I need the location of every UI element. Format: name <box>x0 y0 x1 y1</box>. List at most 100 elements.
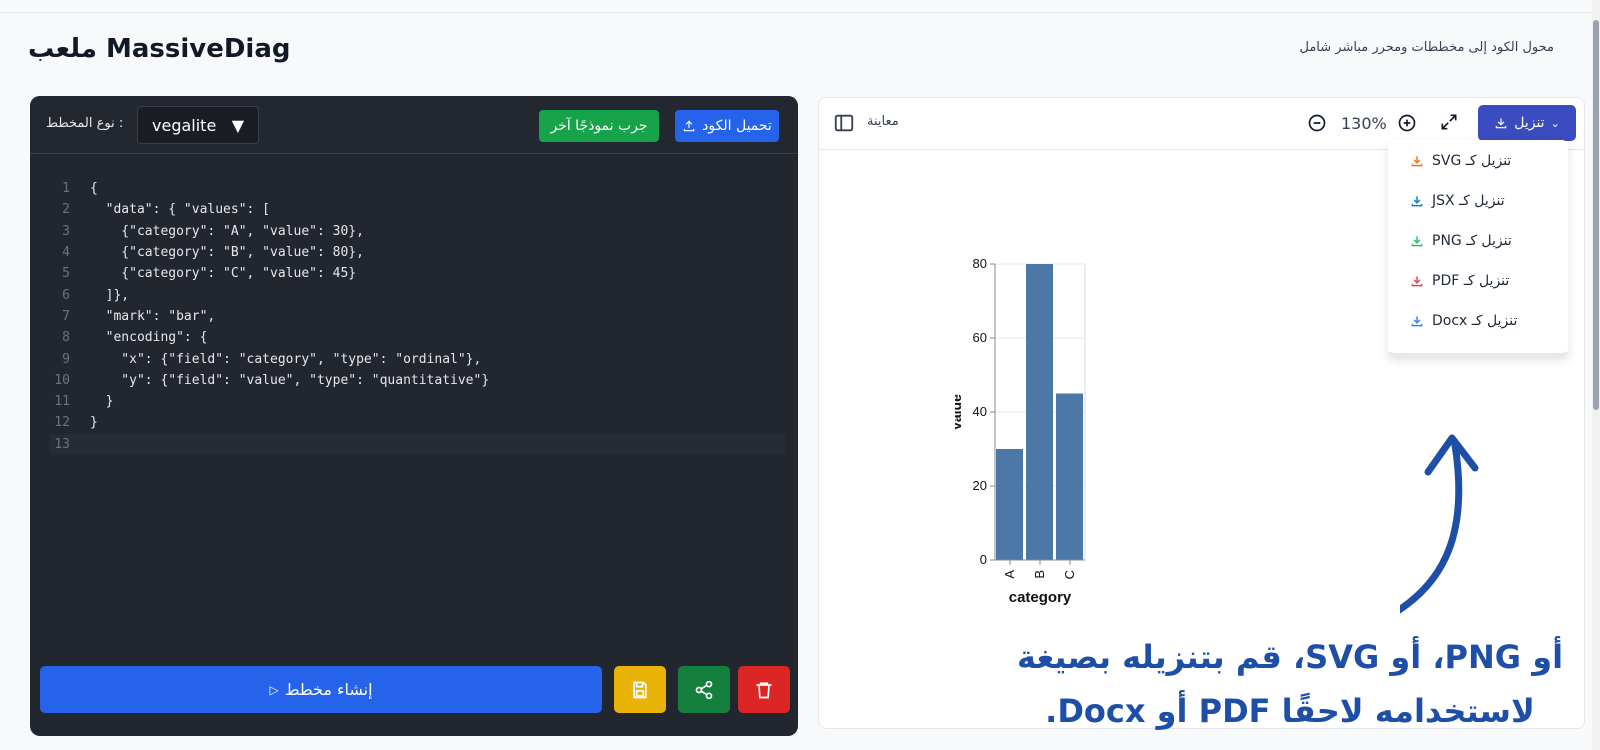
try-sample-button[interactable]: جرب نموذجًا آخر <box>539 110 659 142</box>
upload-label: تحميل الكود <box>702 118 772 134</box>
y-tick-label: 0 <box>980 552 987 567</box>
code-text: { <box>90 181 98 197</box>
scrollbar-thumb[interactable] <box>1593 20 1599 410</box>
download-icon <box>1411 236 1423 247</box>
upload-icon <box>683 120 695 132</box>
download-icon <box>1495 118 1507 129</box>
preview-label: معاينة <box>867 114 899 129</box>
y-tick-label: 80 <box>973 256 987 271</box>
save-button[interactable] <box>614 666 666 713</box>
download-button[interactable]: ⌄ تنزيل <box>1478 105 1576 141</box>
y-tick-label: 60 <box>973 330 987 345</box>
bar-chart: 0 20 40 60 80 A B Ccategory value <box>955 256 1086 606</box>
download-menu-item[interactable]: تنزيل كـ SVG <box>1410 150 1511 172</box>
download-icon <box>1411 276 1423 287</box>
annotation-line-2: لاستخدامه لاحقًا PDF أو Docx. <box>1045 692 1535 730</box>
bar <box>1026 264 1053 560</box>
diagram-type-select[interactable]: vegalite ▼ <box>137 106 259 144</box>
code-line[interactable]: 6 ]}, <box>50 284 786 305</box>
code-text: } <box>90 394 114 410</box>
create-diagram-button[interactable]: إنشاء مخطط ▷ <box>40 666 602 713</box>
editor-toolbar: تحميل الكود جرب نموذجًا آخر vegalite ▼ :… <box>30 96 798 154</box>
download-icon <box>1411 156 1423 167</box>
code-text: "y": {"field": "value", "type": "quantit… <box>90 372 490 388</box>
download-menu-label: تنزيل كـ PDF <box>1432 273 1510 289</box>
line-number: 10 <box>54 372 70 388</box>
download-menu-label: تنزيل كـ PNG <box>1432 233 1512 249</box>
download-menu-item[interactable]: تنزيل كـ JSX <box>1410 190 1505 212</box>
line-number: 7 <box>62 308 70 324</box>
download-menu-item[interactable]: تنزيل كـ PDF <box>1410 270 1509 292</box>
y-tick-label: 20 <box>973 478 987 493</box>
download-menu-label: تنزيل كـ SVG <box>1432 153 1512 169</box>
code-text: {"category": "A", "value": 30}, <box>90 223 364 239</box>
download-menu-label: تنزيل كـ JSX <box>1432 193 1505 209</box>
download-menu: تنزيل كـ SVG تنزيل كـ JSX تنزيل كـ PNG تنزي… <box>1388 140 1568 356</box>
line-number: 2 <box>62 202 70 218</box>
code-line[interactable]: 5 {"category": "C", "value": 45} <box>50 263 786 284</box>
sample-label: جرب نموذجًا آخر <box>550 118 648 134</box>
trash-icon <box>756 682 772 698</box>
code-text: "data": { "values": [ <box>90 202 271 218</box>
delete-button[interactable] <box>738 666 790 713</box>
line-number: 12 <box>54 415 70 431</box>
save-icon <box>633 681 647 698</box>
code-text: } <box>90 415 98 431</box>
sidebar-toggle-icon[interactable] <box>833 112 855 134</box>
line-number: 3 <box>62 223 70 239</box>
diagram-type-label: : نوع المخطط <box>46 116 124 131</box>
dropdown-triangle-icon: ▼ <box>231 115 244 135</box>
download-menu-item[interactable]: تنزيل كـ Docx <box>1410 310 1517 332</box>
app-title: MassiveDiag ملعب <box>28 34 291 64</box>
line-number: 5 <box>62 266 70 282</box>
zoom-out-icon[interactable] <box>1307 113 1327 133</box>
code-line[interactable]: 2 "data": { "values": [ <box>50 199 786 220</box>
line-number: 8 <box>62 330 70 346</box>
zoom-level: 130% <box>1341 114 1387 133</box>
download-icon <box>1411 196 1423 207</box>
share-button[interactable] <box>678 666 730 713</box>
code-text: "encoding": { <box>90 330 208 346</box>
diagram-type-value: vegalite <box>152 115 217 135</box>
code-area[interactable]: 1{2 "data": { "values": [3 {"category": … <box>50 178 786 638</box>
y-axis-title: value <box>955 394 964 430</box>
code-line[interactable]: 13 <box>50 433 786 455</box>
fullscreen-icon[interactable] <box>1439 112 1459 132</box>
upload-code-button[interactable]: تحميل الكود <box>675 110 779 142</box>
line-number: 4 <box>62 245 70 261</box>
annotation-line-1: أو PNG، أو SVG، قم بتنزيله بصيغة <box>1016 638 1564 676</box>
code-line[interactable]: 7 "mark": "bar", <box>50 306 786 327</box>
code-editor-panel: تحميل الكود جرب نموذجًا آخر vegalite ▼ :… <box>30 96 798 736</box>
code-text: "x": {"field": "category", "type": "ordi… <box>90 351 482 367</box>
line-number: 6 <box>62 287 70 303</box>
download-icon <box>1411 316 1423 327</box>
create-label: إنشاء مخطط <box>284 680 373 699</box>
line-number: 11 <box>54 394 70 410</box>
line-number: 9 <box>62 351 70 367</box>
download-label: تنزيل <box>1514 115 1545 131</box>
download-menu-item[interactable]: تنزيل كـ PNG <box>1410 230 1512 252</box>
y-tick-label: 40 <box>973 404 987 419</box>
curved-arrow-icon <box>1400 434 1479 614</box>
zoom-in-icon[interactable] <box>1397 113 1417 133</box>
app-subtitle: محول الكود إلى مخططات ومحرر مباشر شامل <box>1299 40 1554 55</box>
editor-action-bar: إنشاء مخطط ▷ <box>30 666 798 736</box>
top-divider <box>0 12 1600 13</box>
code-line[interactable]: 8 "encoding": { <box>50 327 786 348</box>
x-tick-label: A <box>1002 570 1017 579</box>
annotation-text: أو PNG، أو SVG، قم بتنزيله بصيغة لاستخدا… <box>1010 630 1570 738</box>
code-line[interactable]: 11 } <box>50 391 786 412</box>
code-text: "mark": "bar", <box>90 308 216 324</box>
code-line[interactable]: 12} <box>50 412 786 433</box>
code-line[interactable]: 9 "x": {"field": "category", "type": "or… <box>50 348 786 369</box>
code-text: ]}, <box>90 287 130 303</box>
x-tick-label: C <box>1062 570 1077 579</box>
code-line[interactable]: 1{ <box>50 178 786 199</box>
x-axis-title: category <box>1009 589 1072 606</box>
code-text: {"category": "C", "value": 45} <box>90 266 357 282</box>
code-line[interactable]: 3 {"category": "A", "value": 30}, <box>50 221 786 242</box>
x-tick-label: B <box>1032 570 1047 579</box>
code-line[interactable]: 4 {"category": "B", "value": 80}, <box>50 242 786 263</box>
code-line[interactable]: 10 "y": {"field": "value", "type": "quan… <box>50 370 786 391</box>
page-scrollbar[interactable] <box>1592 0 1600 750</box>
